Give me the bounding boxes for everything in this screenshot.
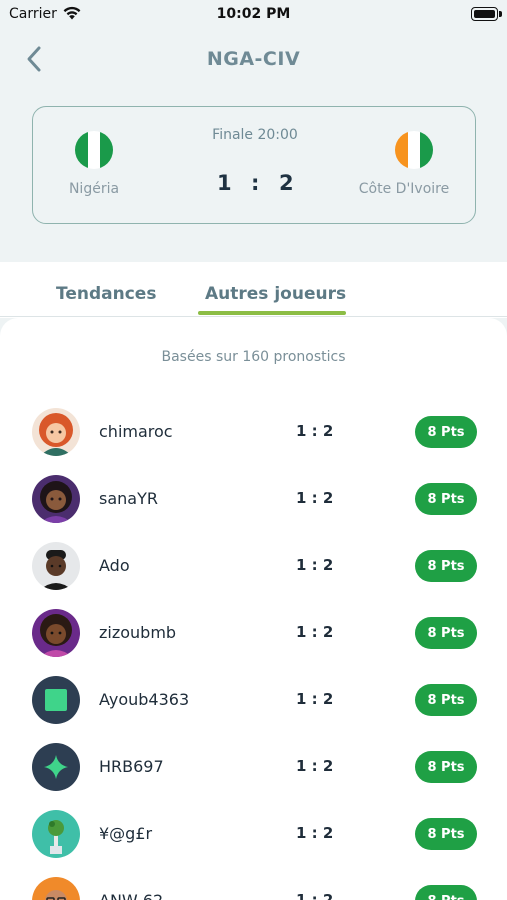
battery-tip — [499, 11, 502, 17]
list-item[interactable]: HRB697 1 : 2 8 Pts — [0, 737, 507, 797]
player-name: chimaroc — [99, 422, 173, 441]
avatar — [32, 542, 80, 590]
score-separator: : — [251, 171, 260, 195]
list-item[interactable]: sanaYR 1 : 2 8 Pts — [0, 469, 507, 529]
home-team-name: Nigéria — [68, 181, 120, 197]
player-prediction: 1 : 2 — [296, 422, 334, 440]
player-prediction: 1 : 2 — [296, 690, 334, 708]
status-bar: Carrier 10:02 PM — [0, 0, 507, 30]
player-name: Ayoub4363 — [99, 690, 190, 709]
points-badge: 8 Pts — [415, 617, 477, 649]
avatar — [32, 408, 80, 456]
away-team-name: Côte D'Ivoire — [358, 181, 450, 197]
battery-icon — [471, 7, 498, 21]
active-tab-indicator — [198, 311, 346, 315]
match-card: Finale 20:00 Nigéria Côte D'Ivoire 1 : 2 — [32, 106, 476, 224]
tab-divider — [0, 316, 507, 317]
player-name: sanaYR — [99, 489, 158, 508]
list-item[interactable]: chimaroc 1 : 2 8 Pts — [0, 402, 507, 462]
player-name: zizoubmb — [99, 623, 177, 642]
list-item[interactable]: zizoubmb 1 : 2 8 Pts — [0, 603, 507, 663]
tab-autres-joueurs[interactable]: Autres joueurs — [205, 284, 346, 304]
player-name: ANW 62 — [99, 891, 163, 900]
list-item[interactable]: ANW 62 1 : 2 8 Pts — [0, 871, 507, 900]
points-badge: 8 Pts — [415, 818, 477, 850]
points-badge: 8 Pts — [415, 416, 477, 448]
player-prediction: 1 : 2 — [296, 623, 334, 641]
points-badge: 8 Pts — [415, 483, 477, 515]
player-name: Ado — [99, 556, 130, 575]
points-badge: 8 Pts — [415, 684, 477, 716]
avatar — [32, 810, 80, 858]
players-list-panel: Basées sur 160 pronostics chimaroc 1 : 2… — [0, 318, 507, 900]
page-title: NGA-CIV — [206, 48, 301, 70]
predictions-count-subtitle: Basées sur 160 pronostics — [161, 349, 346, 365]
avatar — [32, 743, 80, 791]
clock-time: 10:02 PM — [216, 6, 291, 22]
points-badge: 8 Pts — [415, 550, 477, 582]
player-name: ¥@g£r — [99, 824, 153, 843]
player-name: HRB697 — [99, 757, 164, 776]
list-item[interactable]: Ayoub4363 1 : 2 8 Pts — [0, 670, 507, 730]
away-score: 2 — [279, 171, 294, 195]
avatar — [32, 609, 80, 657]
player-prediction: 1 : 2 — [296, 891, 334, 900]
points-badge: 8 Pts — [415, 885, 477, 900]
player-prediction: 1 : 2 — [296, 757, 334, 775]
list-item[interactable]: Ado 1 : 2 8 Pts — [0, 536, 507, 596]
player-prediction: 1 : 2 — [296, 556, 334, 574]
match-status: Finale 20:00 — [212, 127, 298, 143]
tab-bar: Tendances Autres joueurs — [0, 262, 507, 318]
points-badge: 8 Pts — [415, 751, 477, 783]
list-item[interactable]: ¥@g£r 1 : 2 8 Pts — [0, 804, 507, 864]
avatar — [32, 877, 80, 900]
avatar — [32, 676, 80, 724]
player-prediction: 1 : 2 — [296, 489, 334, 507]
home-score: 1 — [217, 171, 232, 195]
player-prediction: 1 : 2 — [296, 824, 334, 842]
tab-tendances[interactable]: Tendances — [56, 284, 156, 304]
avatar — [32, 475, 80, 523]
